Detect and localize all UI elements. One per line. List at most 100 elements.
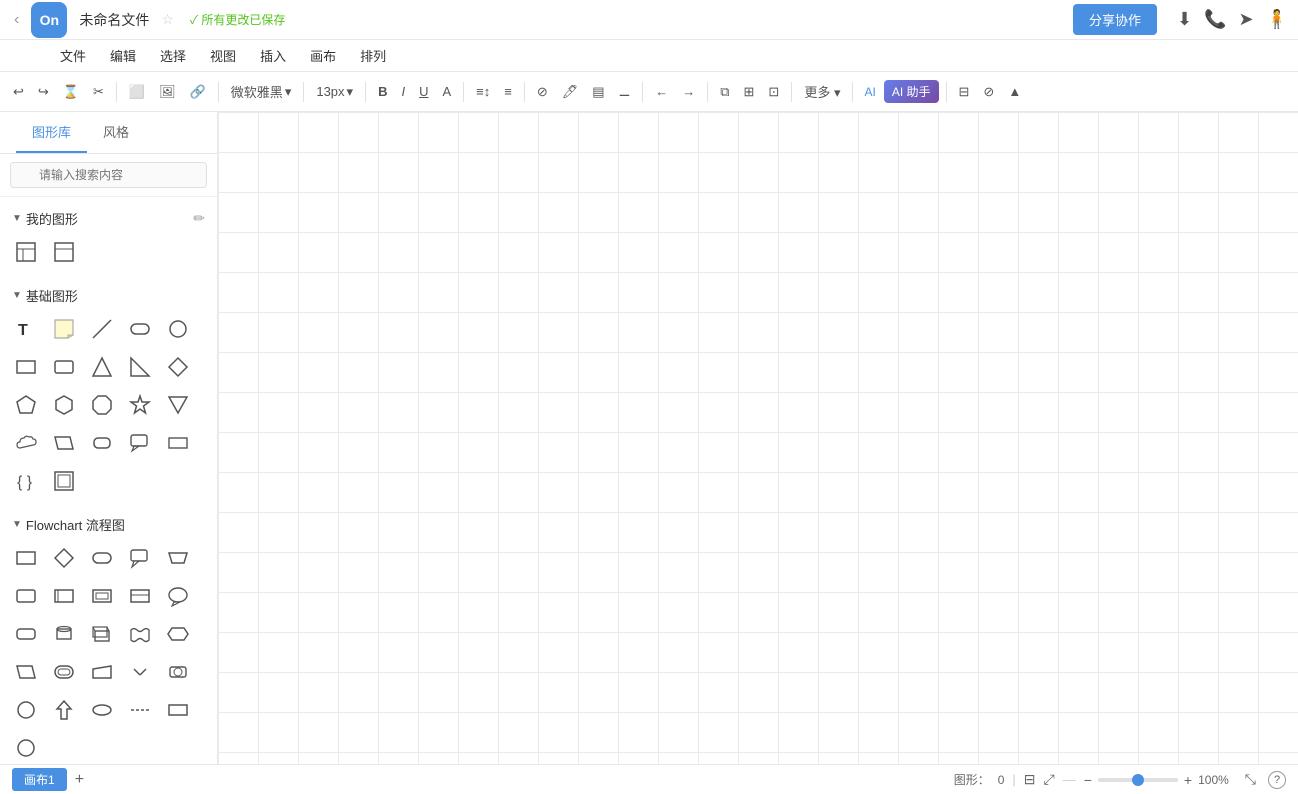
back-button[interactable]: ‹ [10, 7, 23, 33]
fc-circle[interactable] [8, 692, 44, 728]
my-shapes-edit-icon[interactable]: ✏ [193, 210, 205, 227]
shape-brace[interactable]: { } [8, 463, 44, 499]
image-button[interactable]: 🖼 [154, 81, 181, 103]
add-canvas-button[interactable]: + [75, 771, 84, 789]
shape-sticky-note[interactable] [46, 311, 82, 347]
collapse-button[interactable]: ▲ [1003, 81, 1026, 102]
menu-view[interactable]: 视图 [210, 42, 236, 69]
shape-rounded-square[interactable] [46, 349, 82, 385]
my-shape-2[interactable] [46, 234, 82, 270]
group-button[interactable]: ⊡ [763, 81, 784, 103]
my-shape-1[interactable] [8, 234, 44, 270]
menu-arrange[interactable]: 排列 [360, 42, 386, 69]
canvas-tab-1[interactable]: 画布1 [12, 768, 67, 791]
shape-rounded-parallelogram[interactable] [84, 425, 120, 461]
line-height-button[interactable]: ≡↕ [471, 81, 495, 102]
fc-double-rounded[interactable] [46, 654, 82, 690]
shape-parallelogram[interactable] [46, 425, 82, 461]
menu-select[interactable]: 选择 [160, 42, 186, 69]
shape-rectangle[interactable] [8, 349, 44, 385]
fc-rounded-2[interactable] [8, 616, 44, 652]
shape-frame[interactable] [46, 463, 82, 499]
fc-oval[interactable] [84, 692, 120, 728]
shape-line[interactable] [84, 311, 120, 347]
help-button[interactable]: ? [1268, 771, 1286, 789]
scissors-button[interactable]: ✂ [88, 81, 109, 103]
bold-button[interactable]: B [373, 81, 392, 102]
italic-button[interactable]: I [396, 81, 410, 102]
shape-rounded-rect[interactable] [122, 311, 158, 347]
menu-insert[interactable]: 插入 [260, 42, 286, 69]
fc-circle-2[interactable] [8, 730, 44, 764]
basic-shapes-arrow[interactable]: ▼ [12, 290, 22, 301]
shape-octagon[interactable] [84, 387, 120, 423]
align-button[interactable]: ≡ [499, 81, 517, 102]
shape-inverted-triangle[interactable] [160, 387, 196, 423]
frame-button[interactable]: ⬜ [124, 81, 150, 103]
history-button[interactable]: ⌛ [58, 81, 84, 103]
border-button[interactable]: ▤ [587, 81, 609, 103]
fc-frame-rect[interactable] [84, 578, 120, 614]
star-icon[interactable]: ☆ [161, 11, 174, 28]
flowchart-arrow[interactable]: ▼ [12, 519, 22, 530]
connector-end[interactable]: → [677, 81, 700, 102]
fullscreen-button[interactable]: ⤡ [1245, 771, 1256, 788]
tab-shape-library[interactable]: 图形库 [16, 112, 87, 153]
phone-icon[interactable]: 📞 [1204, 9, 1226, 30]
fc-rect-2[interactable] [160, 692, 196, 728]
fc-display[interactable] [160, 654, 196, 690]
fc-arrow-up[interactable] [46, 692, 82, 728]
fc-rounded-alt[interactable] [8, 578, 44, 614]
dash-button[interactable]: ⚊ [614, 81, 636, 103]
tab-style[interactable]: 风格 [87, 112, 145, 153]
shape-banner[interactable] [160, 425, 196, 461]
fc-database[interactable] [122, 578, 158, 614]
fc-wave[interactable] [122, 616, 158, 652]
shape-speech-bubble[interactable] [122, 425, 158, 461]
shape-pentagon[interactable] [8, 387, 44, 423]
fc-cylinder[interactable] [46, 616, 82, 652]
split-button[interactable]: ⊘ [978, 81, 999, 103]
link-button[interactable]: 🔗 [185, 81, 211, 103]
layout-icon-1[interactable]: ⊟ [1024, 771, 1036, 788]
fc-speech[interactable] [122, 540, 158, 576]
thumbnail-button[interactable]: ⊟ [954, 81, 975, 103]
undo-button[interactable]: ↩ [8, 81, 29, 103]
shape-star[interactable] [122, 387, 158, 423]
shape-hexagon[interactable] [46, 387, 82, 423]
shape-cloud[interactable] [8, 425, 44, 461]
menu-canvas[interactable]: 画布 [310, 42, 336, 69]
ai-assistant-button[interactable]: AI 助手 [884, 80, 939, 103]
shape-circle[interactable] [160, 311, 196, 347]
my-shapes-arrow[interactable]: ▼ [12, 213, 22, 224]
fc-double-rect[interactable] [46, 578, 82, 614]
shape-diamond[interactable] [160, 349, 196, 385]
font-color-button[interactable]: A [437, 81, 456, 102]
fc-hexagonal[interactable] [160, 616, 196, 652]
connector-start[interactable]: ← [650, 81, 673, 102]
send-icon[interactable]: ➤ [1238, 9, 1253, 30]
layer-button[interactable]: ⧉ [715, 81, 734, 103]
fc-diamond[interactable] [46, 540, 82, 576]
clear-format-button[interactable]: ⊘ [532, 81, 553, 103]
share-button[interactable]: 分享协作 [1073, 4, 1157, 35]
fc-dash-line[interactable] [122, 692, 158, 728]
fc-merge[interactable] [122, 654, 158, 690]
fc-box-3d[interactable] [84, 616, 120, 652]
download-icon[interactable]: ⬇ [1177, 9, 1192, 30]
zoom-slider[interactable] [1098, 778, 1178, 782]
user-icon[interactable]: 🧍 [1266, 9, 1288, 30]
shape-text[interactable]: T [8, 311, 44, 347]
font-selector[interactable]: 微软雅黑 ▾ [226, 79, 297, 104]
zoom-in-icon[interactable]: + [1184, 772, 1192, 788]
layout-icon-2[interactable]: ⤢ [1044, 771, 1055, 788]
fc-manual-input[interactable] [84, 654, 120, 690]
fc-rounded[interactable] [84, 540, 120, 576]
canvas-area[interactable] [218, 112, 1298, 764]
position-button[interactable]: ⊞ [739, 81, 760, 103]
menu-file[interactable]: 文件 [60, 42, 86, 69]
font-size[interactable]: 13px ▾ [311, 81, 358, 103]
fc-parallelogram[interactable] [8, 654, 44, 690]
more-button[interactable]: 更多 ▾ [799, 79, 845, 104]
shape-triangle[interactable] [84, 349, 120, 385]
